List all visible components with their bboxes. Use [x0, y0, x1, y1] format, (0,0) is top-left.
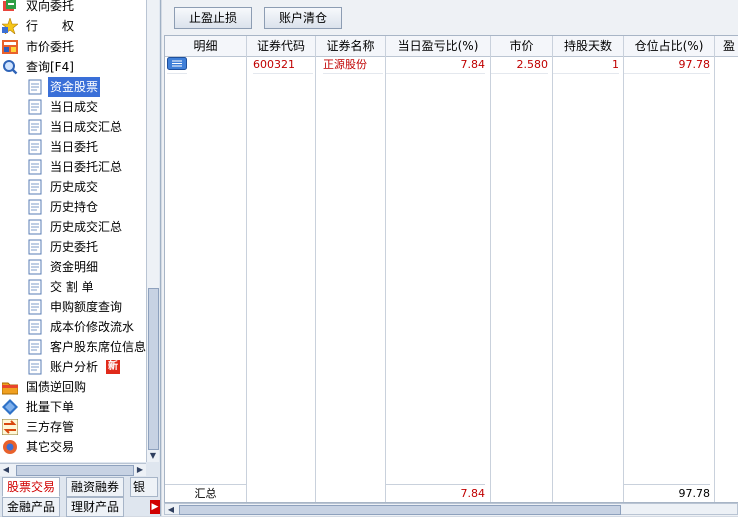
positions-table: 明细 证券代码 证券名称 当日盈亏比(%) 市价 持股天数 仓位占比(%) 盈 …: [164, 35, 738, 503]
tab-wealth-products[interactable]: 理财产品: [66, 497, 125, 517]
scrollbar-thumb[interactable]: [179, 505, 621, 515]
header-day-pl-pct[interactable]: 当日盈亏比(%): [386, 36, 490, 57]
summary-label: 汇总: [165, 484, 246, 502]
cell-market-price: 2.580: [491, 56, 548, 74]
detail-button[interactable]: [167, 56, 187, 74]
document-icon: [28, 359, 42, 375]
tree-item-label: 客户股东席位信息: [50, 340, 146, 354]
document-icon: [28, 219, 42, 235]
tree-item-label: 成本价修改流水: [50, 320, 135, 334]
document-icon: [28, 259, 42, 275]
summary-position-pct: 97.78: [624, 484, 710, 502]
tree-item-label: 交 割 单: [50, 280, 94, 294]
magnifier-icon: [3, 60, 18, 75]
new-badge: 新: [106, 360, 120, 374]
tree-item-label: 国债逆回购: [26, 380, 87, 394]
left-navigation-panel: 双向委托 行 权 市价委托 查询[F4] 资金股票 当日成交 当日成交汇总 当日…: [0, 0, 161, 517]
tree-item-label: 历史持仓: [50, 200, 99, 214]
tab-margin-trading[interactable]: 融资融券: [66, 477, 125, 497]
document-icon: [28, 79, 42, 95]
header-security-code[interactable]: 证券代码: [247, 36, 315, 57]
table-horizontal-scrollbar[interactable]: ◀: [164, 503, 738, 515]
header-market-price[interactable]: 市价: [491, 36, 552, 57]
scroll-right-arrow-icon[interactable]: ▶: [134, 464, 146, 476]
column-separator: [386, 36, 491, 502]
tree-item-label: 市价委托: [26, 40, 75, 54]
other-trade-icon: [3, 440, 17, 454]
tree-item-label: 资金明细: [50, 260, 99, 274]
market-order-icon: [2, 40, 18, 54]
document-icon: [28, 299, 42, 315]
cell-security-code: 600321: [253, 56, 313, 74]
cell-security-name: 正源股份: [323, 56, 383, 74]
column-separator: [316, 36, 386, 502]
tree-item-label: 历史成交: [50, 180, 99, 194]
header-security-name[interactable]: 证券名称: [316, 36, 385, 57]
cell-day-pl-pct: 7.84: [386, 56, 485, 74]
header-holding-days[interactable]: 持股天数: [553, 36, 623, 57]
header-position-pct[interactable]: 仓位占比(%): [624, 36, 714, 57]
scroll-down-arrow-icon[interactable]: ▼: [147, 450, 159, 462]
tree-item-label: 行 权: [26, 19, 75, 33]
tree-item-label: 当日委托: [50, 140, 99, 154]
document-icon: [28, 239, 42, 255]
two-way-order-icon: [3, 0, 16, 11]
function-tree: 双向委托 行 权 市价委托 查询[F4] 资金股票 当日成交 当日成交汇总 当日…: [0, 0, 146, 462]
tree-item-label: 当日成交: [50, 100, 99, 114]
scrollbar-thumb[interactable]: [16, 465, 134, 476]
batch-order-icon: [2, 399, 18, 415]
tree-vertical-scrollbar[interactable]: ▼: [146, 0, 159, 462]
column-separator: [247, 36, 316, 502]
document-icon: [28, 99, 42, 115]
scroll-left-arrow-icon[interactable]: ◀: [0, 464, 12, 476]
query-result-pane: 止盈止损 账户清仓 明细 证券代码 证券名称 当日盈亏比(%) 市价 持股天数 …: [162, 0, 738, 516]
tree-item-label: 三方存管: [26, 420, 75, 434]
scrollbar-thumb[interactable]: [148, 288, 159, 450]
document-icon: [28, 319, 42, 335]
tab-bank[interactable]: 银行: [130, 477, 158, 497]
tree-item-label: 其它交易: [26, 440, 75, 454]
document-icon: [28, 119, 42, 135]
detail-list-icon: [167, 57, 187, 70]
cell-holding-days: 1: [553, 56, 619, 74]
column-separator: [491, 36, 553, 502]
document-icon: [28, 159, 42, 175]
tree-item-label: 历史成交汇总: [50, 220, 123, 234]
tree-item-label: 资金股票: [48, 77, 101, 97]
account-clear-button[interactable]: 账户清仓: [264, 7, 342, 29]
tree-item-label: 账户分析: [50, 360, 99, 374]
more-tabs-arrow-icon[interactable]: ▶: [150, 500, 160, 514]
star-icon: [2, 18, 18, 34]
tree-item-label: 查询[F4]: [26, 60, 74, 74]
document-icon: [28, 179, 42, 195]
stop-profit-loss-button[interactable]: 止盈止损: [174, 7, 252, 29]
tree-item-label: 申购额度查询: [50, 300, 123, 314]
document-icon: [28, 139, 42, 155]
document-icon: [28, 279, 42, 295]
document-icon: [28, 199, 42, 215]
summary-day-pl-pct: 7.84: [386, 484, 485, 502]
scroll-left-arrow-icon[interactable]: ◀: [165, 504, 177, 516]
tree-item-label: 当日成交汇总: [50, 120, 123, 134]
header-profit-truncated[interactable]: 盈: [715, 36, 738, 57]
header-detail[interactable]: 明细: [165, 36, 246, 57]
tree-horizontal-scrollbar[interactable]: ◀ ▶: [0, 463, 146, 476]
cell-position-pct: 97.78: [624, 56, 710, 74]
column-separator: [624, 36, 715, 502]
column-separator: [165, 36, 247, 502]
tab-financial-products[interactable]: 金融产品: [2, 497, 61, 517]
tab-stock-trading[interactable]: 股票交易: [2, 477, 61, 497]
tree-item-label: 当日委托汇总: [50, 160, 123, 174]
tree-item-label: 批量下单: [26, 400, 75, 414]
tree-item-label: 双向委托: [26, 0, 75, 13]
tree-item-label: 历史委托: [50, 240, 99, 254]
document-icon: [28, 339, 42, 355]
folder-icon: [2, 382, 18, 395]
column-separator: [553, 36, 624, 502]
transfer-arrows-icon: [2, 419, 18, 435]
